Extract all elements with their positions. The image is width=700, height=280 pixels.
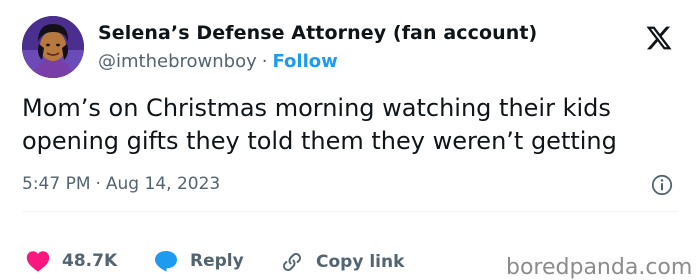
copy-link-button[interactable]: Copy link [280, 250, 404, 274]
avatar-illustration [22, 16, 84, 78]
author-handle-row: @imthebrownboy · Follow [98, 51, 338, 72]
divider [22, 211, 678, 212]
watermark: boredpanda.com [506, 255, 693, 280]
handle-separator: · [261, 51, 268, 72]
author-display-name[interactable]: Selena’s Defense Attorney (fan account) [98, 22, 537, 44]
x-logo-icon[interactable] [644, 24, 674, 52]
author-handle[interactable]: @imthebrownboy [98, 51, 257, 72]
reply-bubble-icon [155, 251, 177, 272]
copy-link-label: Copy link [316, 252, 405, 272]
tweet-timestamp[interactable]: 5:47 PM · Aug 14, 2023 [22, 174, 220, 194]
like-button[interactable]: 48.7K [26, 250, 117, 272]
heart-icon [26, 251, 50, 272]
tweet-time: 5:47 PM [22, 174, 91, 194]
tweet-date: Aug 14, 2023 [105, 174, 221, 194]
info-icon[interactable] [650, 173, 674, 197]
reply-label: Reply [190, 251, 244, 271]
link-icon [283, 253, 301, 271]
timestamp-separator: · [95, 174, 101, 194]
tweet-text: Mom’s on Christmas morning watching thei… [22, 94, 617, 155]
reply-button[interactable]: Reply [154, 250, 244, 272]
avatar[interactable] [22, 16, 84, 78]
tweet-actions: 48.7K Reply Copy link [26, 250, 486, 280]
follow-button[interactable]: Follow [272, 51, 337, 72]
likes-count: 48.7K [62, 251, 118, 271]
